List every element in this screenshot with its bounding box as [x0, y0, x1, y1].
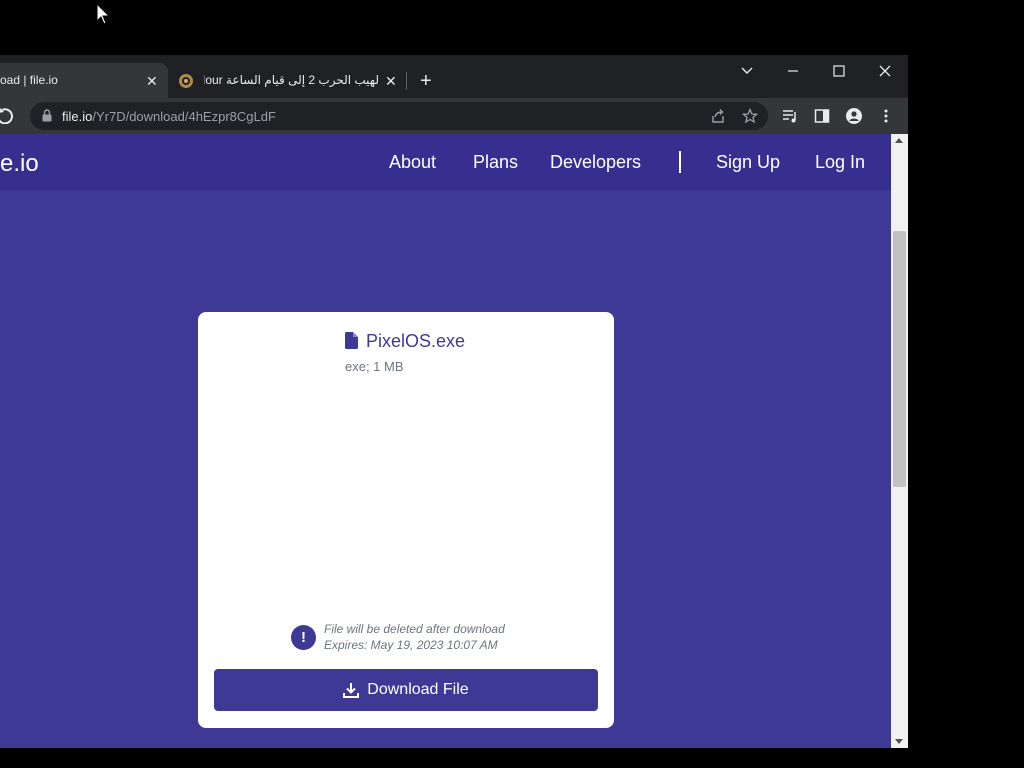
close-tab-icon[interactable]: ✕ — [385, 73, 397, 90]
bookmark-star-icon[interactable] — [742, 108, 758, 124]
nav-divider — [679, 151, 681, 173]
site-logo[interactable]: e.io — [0, 150, 39, 178]
lock-icon[interactable] — [42, 109, 52, 122]
download-file-button[interactable]: Download File — [214, 669, 598, 711]
site-navbar: e.io About Plans Developers Sign Up Log … — [0, 134, 891, 190]
file-meta: exe; 1 MB — [345, 359, 404, 374]
nav-developers-link[interactable]: Developers — [550, 152, 641, 173]
nav-signup-link[interactable]: Sign Up — [716, 152, 780, 173]
delete-notice: File will be deleted after download — [324, 622, 505, 636]
nav-plans-link[interactable]: Plans — [473, 152, 518, 173]
browser-toolbar: file.io/Yr7D/download/4hEzpr8CgLdF — [0, 98, 908, 134]
mouse-cursor-icon — [96, 3, 110, 25]
maximize-icon[interactable] — [824, 61, 854, 81]
address-bar[interactable]: file.io/Yr7D/download/4hEzpr8CgLdF — [30, 102, 768, 130]
close-window-icon[interactable] — [870, 61, 900, 81]
url-host: file.io — [62, 109, 93, 124]
web-page: e.io About Plans Developers Sign Up Log … — [0, 134, 891, 748]
download-icon — [343, 683, 360, 698]
profile-avatar-icon[interactable] — [846, 108, 862, 124]
more-menu-icon[interactable] — [878, 108, 894, 124]
scroll-down-arrow-icon[interactable] — [895, 739, 903, 744]
url-text[interactable]: file.io/Yr7D/download/4hEzpr8CgLdF — [62, 109, 276, 124]
tab-title: oad | file.io — [0, 73, 58, 87]
media-playlist-icon[interactable] — [782, 108, 798, 124]
file-icon — [345, 332, 358, 349]
close-tab-icon[interactable]: ✕ — [146, 73, 158, 90]
nav-about-link[interactable]: About — [389, 152, 436, 173]
scrollbar-thumb[interactable] — [893, 231, 906, 487]
tab-search-chevron-icon[interactable] — [732, 61, 762, 81]
minimize-icon[interactable] — [778, 61, 808, 81]
tab-strip: oad | file.io ✕ لهيب الحرب 2 إلى قيام ال… — [0, 55, 908, 98]
reload-icon[interactable] — [0, 108, 16, 124]
share-icon[interactable] — [710, 108, 726, 124]
url-path: /Yr7D/download/4hEzpr8CgLdF — [92, 109, 276, 124]
tab-separator — [406, 72, 407, 90]
tab-file-io[interactable]: oad | file.io ✕ — [0, 63, 168, 98]
site-favicon-icon — [179, 74, 193, 88]
side-panel-icon[interactable] — [814, 108, 830, 124]
tab-video[interactable]: لهيب الحرب 2 إلى قيام الساعة Hour ✕ — [172, 63, 402, 98]
expiry-notice: Expires: May 19, 2023 10:07 AM — [324, 638, 498, 652]
download-button-label: Download File — [367, 681, 469, 698]
new-tab-icon[interactable]: + — [420, 71, 432, 91]
page-scrollbar[interactable] — [891, 134, 908, 748]
nav-login-link[interactable]: Log In — [815, 152, 865, 173]
tab-title: لهيب الحرب 2 إلى قيام الساعة Hour — [204, 73, 379, 87]
scroll-up-arrow-icon[interactable] — [895, 138, 903, 143]
exclamation-icon: ! — [291, 625, 316, 650]
download-card: PixelOS.exe exe; 1 MB ! File will be del… — [198, 312, 614, 728]
file-name: PixelOS.exe — [366, 331, 466, 351]
browser-window: oad | file.io ✕ لهيب الحرب 2 إلى قيام ال… — [0, 55, 908, 748]
